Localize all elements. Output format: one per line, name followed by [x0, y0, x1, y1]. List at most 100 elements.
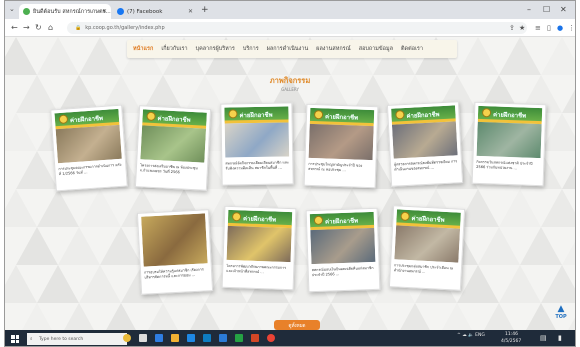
banner-title: ค่ายฝึกอาชีพ [242, 215, 277, 224]
gallery-card[interactable]: ค่ายฝึกอาชีพ การประชุมกลุ่มสมาชิก ประจำเด… [388, 205, 466, 291]
tab-facebook[interactable]: (7) Facebook ✕ [113, 4, 197, 19]
pattern-triangle [478, 227, 520, 265]
show-desktop-icon[interactable]: ▮ [558, 334, 562, 342]
coop-logo-icon [228, 109, 238, 119]
gallery-photo [308, 123, 374, 161]
gallery-caption: การประชุมคณะกรรมการดำเนินการ ครั้งที่ 1/… [58, 162, 122, 177]
new-tab-icon[interactable]: + [201, 5, 209, 15]
gallery-card[interactable]: ค่ายฝึกอาชีพ สหกรณ์มอบเงินปันผลเฉลี่ยคืนแ… [305, 207, 381, 293]
pattern-triangle [352, 303, 394, 330]
gallery-card[interactable]: ค่ายฝึกอาชีพ โครงการพัฒนาศักยภาพคณะกรรมกา… [221, 205, 297, 291]
back-to-top-button[interactable]: ▲ TOP [554, 304, 568, 321]
tab-title: ยินดีต้อนรับ สหกรณ์การเกษตร... [33, 8, 111, 15]
nav-home[interactable]: หน้าแรก [133, 45, 153, 53]
file-explorer-icon[interactable] [171, 334, 179, 342]
bookmark-star-icon[interactable]: ★ [519, 24, 525, 32]
gallery-card[interactable]: ค่ายฝึกอาชีพ การประชุมคณะกรรมการดำเนินการ… [50, 104, 128, 192]
banner-title: ค่ายฝึกอาชีพ [324, 113, 359, 122]
gallery-card[interactable]: ค่ายฝึกอาชีพ การประชุมใหญ่สามัญประจำปี ขอ… [303, 103, 379, 189]
share-icon[interactable]: ⇪ [509, 24, 515, 32]
system-tray[interactable]: ^ ☁ 🔈 ENG [457, 333, 485, 338]
gallery-card[interactable]: ค่ายฝึกอาชีพ โครงการส่งเสริมอาชีพ ณ ห้องป… [134, 105, 212, 191]
close-tab-icon[interactable]: ✕ [188, 8, 193, 15]
sidepanel-icon[interactable]: ▯ [547, 24, 551, 32]
site-favicon-icon [23, 8, 30, 15]
tab-search-icon[interactable]: ⌄ [9, 5, 15, 13]
nav-services[interactable]: บริการ [243, 45, 259, 53]
nav-contact[interactable]: ติดต่อเรา [401, 45, 423, 53]
pattern-triangle [37, 37, 79, 75]
view-all-button[interactable]: ดูทั้งหมด [274, 320, 320, 330]
mail-icon[interactable] [155, 334, 163, 342]
pattern-triangle [499, 265, 541, 303]
word-icon[interactable] [219, 334, 227, 342]
facebook-icon [117, 8, 124, 15]
pattern-triangle [79, 37, 121, 75]
reload-icon[interactable]: ↻ [35, 23, 42, 32]
pattern-triangle [562, 227, 575, 265]
clock-time[interactable]: 11:46 [505, 332, 518, 337]
gallery-thumbnail: ค่ายฝึกอาชีพ [394, 209, 461, 263]
gallery-card[interactable]: ค่ายฝึกอาชีพ ผู้ตรวจการสหกรณ์ลงพื้นที่ตรว… [386, 101, 464, 187]
chrome-icon[interactable] [267, 334, 275, 342]
gallery-card[interactable]: ค่ายฝึกอาชีพสหกรณ์จัดกิจกรรมเยี่ยมเยียนส… [220, 102, 294, 186]
cortana-icon[interactable] [123, 334, 131, 342]
clock-date[interactable]: 4/5/2567 [501, 339, 521, 344]
pattern-triangle [5, 189, 37, 227]
gallery-photo [310, 227, 376, 265]
pattern-triangle [100, 303, 142, 330]
gallery-caption: ผู้ตรวจการสหกรณ์ลงพื้นที่ตรวจเยี่ยม การด… [393, 159, 458, 172]
gallery-thumbnail: ค่ายฝึกอาชีพ [224, 106, 290, 158]
pattern-triangle [58, 227, 100, 265]
notification-icon[interactable]: ▤ [540, 334, 547, 342]
pattern-triangle [394, 303, 436, 330]
minimize-button[interactable]: – [527, 5, 531, 14]
gallery-photo [476, 121, 542, 159]
menu-icon[interactable]: ⋮ [568, 24, 575, 32]
windows-start-icon[interactable] [11, 335, 19, 343]
nav-staff[interactable]: บุคลากรผู้บริหาร [196, 45, 235, 53]
powerpoint-icon[interactable] [251, 334, 259, 342]
pattern-triangle [37, 189, 79, 227]
gallery-caption: สหกรณ์มอบเงินปันผลเฉลี่ยคืนแก่สมาชิก ประ… [311, 265, 374, 278]
profile-icon[interactable]: ● [557, 24, 563, 32]
pattern-triangle [100, 227, 142, 265]
tab-title: (7) Facebook [127, 8, 163, 15]
maximize-button[interactable]: ☐ [543, 5, 550, 14]
close-window-button[interactable]: ✕ [560, 5, 567, 14]
close-tab-icon[interactable]: ✕ [102, 8, 107, 15]
back-icon[interactable]: ← [11, 23, 18, 32]
nav-works[interactable]: ผลงานสหกรณ์ [316, 45, 351, 53]
arrow-up-icon: ▲ [557, 304, 565, 314]
home-icon[interactable]: ⌂ [48, 23, 53, 32]
task-view-icon[interactable] [139, 334, 147, 342]
nav-results[interactable]: ผลการดำเนินงาน [267, 45, 309, 53]
search-icon: ⌕ [30, 337, 33, 342]
pattern-triangle [457, 37, 499, 75]
gallery-photo [226, 225, 292, 263]
extensions-icon[interactable]: ≡ [535, 24, 541, 32]
gallery-caption: สหกรณ์จัดกิจกรรมเยี่ยมเยียนสมาชิก และรับ… [225, 160, 289, 171]
forward-icon[interactable]: → [23, 23, 30, 32]
gallery-photo [140, 125, 207, 163]
banner-title: ค่ายฝึกอาชีพ [239, 111, 273, 120]
gallery-card[interactable]: ค่ายฝึกอาชีพ กิจกรรมวันสหกรณ์แห่งชาติ ประ… [471, 101, 547, 187]
pattern-triangle [499, 37, 541, 75]
nav-inquiry[interactable]: สอบถามข้อมูล [359, 45, 393, 53]
tab-site[interactable]: ยินดีต้อนรับ สหกรณ์การเกษตร... ✕ [19, 4, 111, 19]
edge-icon[interactable] [187, 334, 195, 342]
store-icon[interactable] [203, 334, 211, 342]
gallery-caption: โครงการส่งเสริมอาชีพ ณ ห้องประชุม จ.กำแพ… [139, 163, 198, 175]
gallery-thumbnail: ค่ายฝึกอาชีพ [476, 105, 543, 159]
nav-about[interactable]: เกี่ยวกับเรา [161, 45, 187, 53]
browser-toolbar: ← → ↻ ⌂ 🔒 kp.coop.go.th/gallery/index.ph… [5, 19, 575, 37]
excel-icon[interactable] [235, 334, 243, 342]
gallery-card[interactable]: การอบรมให้ความรู้แก่สมาชิก เรื่องการบริห… [136, 209, 214, 295]
page-title: ภาพกิจกรรม [269, 76, 311, 85]
taskbar-search-input[interactable]: ⌕ Type here to search [27, 333, 127, 345]
pattern-triangle [16, 303, 58, 330]
address-bar[interactable]: 🔒 kp.coop.go.th/gallery/index.php [67, 22, 527, 34]
gallery-thumbnail: ค่ายฝึกอาชีพ [54, 108, 122, 164]
pattern-triangle [541, 189, 575, 227]
pattern-triangle [37, 265, 79, 303]
